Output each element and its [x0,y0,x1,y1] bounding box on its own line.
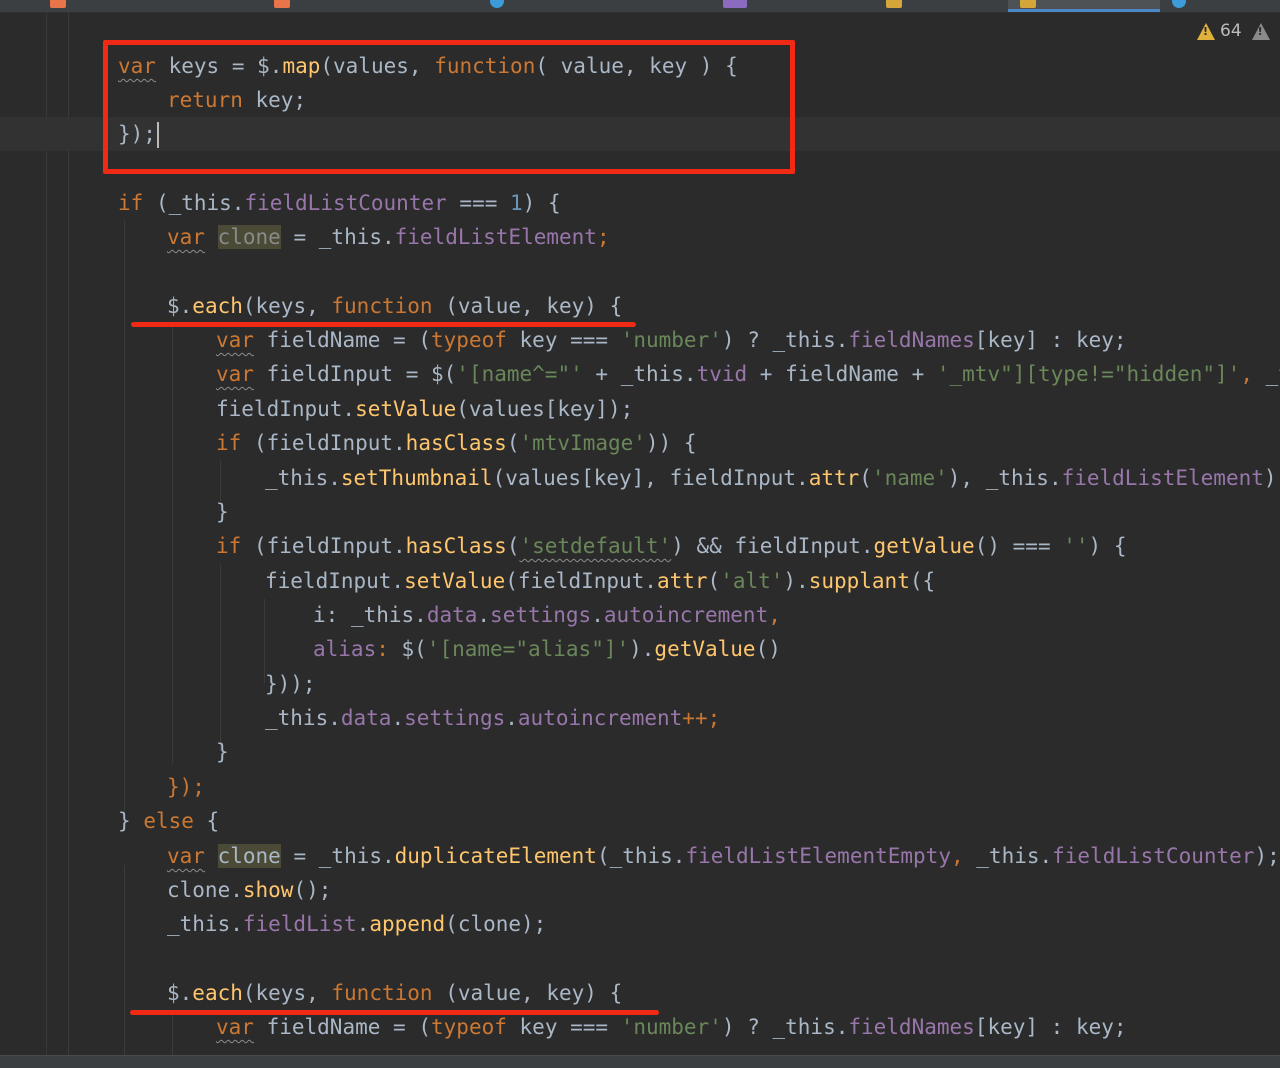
editor-tab[interactable] [723,0,863,12]
code-line: })); [265,672,316,696]
html-file-icon [274,0,290,8]
annotation-underline [131,322,636,327]
code-line: if (fieldInput.hasClass('mtvImage')) { [216,431,697,455]
html-file-icon [50,0,66,8]
code-line: } else { [118,809,220,833]
code-line: alias: $('[name="alias"]').getValue() [313,637,781,661]
code-line: }); [167,775,205,799]
code-line: i: _this.data.settings.autoincrement, [313,603,781,627]
ide-window: var keys = $.map(values, function( value… [0,0,1280,1068]
indent-guide [68,13,69,1055]
editor-tab[interactable] [274,0,464,12]
code-line: } [216,500,229,524]
code-line: var clone = _this.duplicateElement(_this… [167,844,1280,868]
code-line: } [216,740,229,764]
annotation-underline [130,1010,659,1015]
code-line: fieldInput.setValue(values[key]); [216,397,634,421]
warning-count: 64 [1220,21,1242,41]
js-file-icon [490,0,504,8]
indent-guide [172,323,173,763]
js-file-icon [886,0,902,8]
indent-guide [124,865,125,1055]
indent-guide [220,565,221,751]
js-file-icon [1020,0,1036,8]
gutter-separator [46,13,47,1055]
editor-bottom-bar [0,1055,1280,1068]
indent-guide [172,1013,173,1055]
editor-tab[interactable] [1172,0,1280,12]
code-line: _this.fieldList.append(clone); [167,912,547,936]
editor-tab[interactable] [886,0,996,12]
editor-tab[interactable] [490,0,700,12]
editor-tab[interactable] [50,0,250,12]
code-line: var fieldInput = $('[name^="' + _this.tv… [216,362,1280,386]
code-line: var clone = _this.fieldListElement; [167,225,610,249]
code-line: clone.show(); [167,878,332,902]
editor-tab-bar [0,0,1280,13]
code-line: $.each(keys, function (value, key) { [167,294,623,318]
php-file-icon [723,0,747,8]
indent-guide [124,221,125,811]
js-file-icon [1172,0,1186,8]
code-line: var fieldName = (typeof key === 'number'… [216,328,1127,352]
code-line: if (fieldInput.hasClass('setdefault') &&… [216,534,1127,558]
code-line: if (_this.fieldListCounter === 1) { [118,191,561,215]
weak-warning-icon [1251,22,1270,40]
code-line: _this.setThumbnail(values[key], fieldInp… [265,466,1280,490]
code-line: $.each(keys, function (value, key) { [167,981,623,1005]
code-line: _this.data.settings.autoincrement++; [265,706,721,730]
warning-icon [1197,22,1215,40]
inspection-widget[interactable]: 64 [1197,21,1275,41]
editor-tab-active[interactable] [1008,0,1160,12]
code-line: fieldInput.setValue(fieldInput.attr('alt… [265,569,936,593]
code-line: var fieldName = (typeof key === 'number'… [216,1015,1127,1039]
annotation-highlight-box [103,40,795,174]
